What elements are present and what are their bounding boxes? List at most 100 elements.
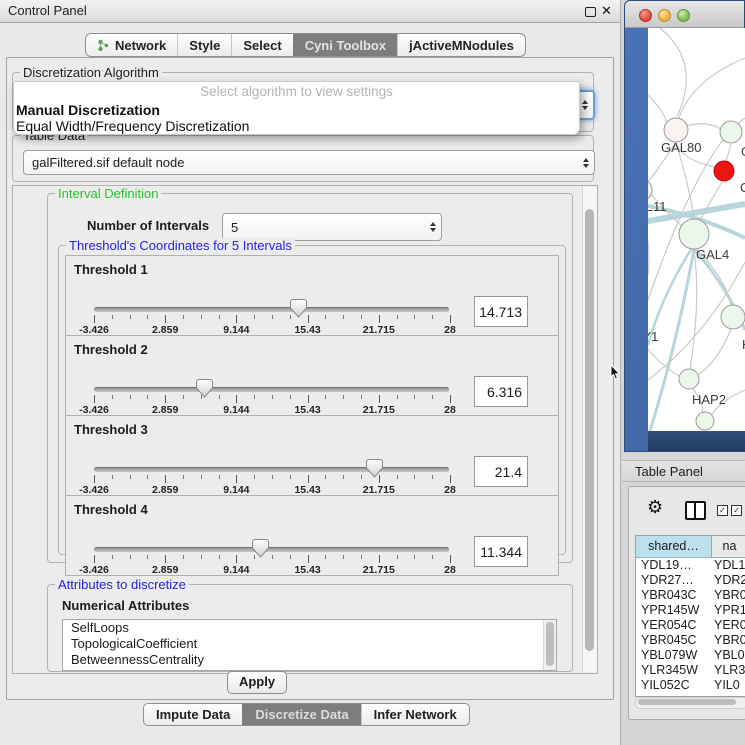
- gear-icon[interactable]: ⚙: [647, 497, 663, 518]
- slider-thumb[interactable]: [252, 539, 269, 558]
- table-data-combobox[interactable]: galFiltered.sif default node: [23, 150, 595, 175]
- network-node[interactable]: [664, 118, 688, 142]
- attributes-scrollbar[interactable]: [543, 620, 556, 670]
- cell-name[interactable]: YLR3: [711, 663, 745, 678]
- cell-name[interactable]: YIL0: [711, 678, 745, 693]
- apply-button[interactable]: Apply: [227, 671, 287, 694]
- slider-tick-labels: -3.4262.8599.14415.4321.71528: [94, 564, 450, 575]
- table-row[interactable]: YDL19…YDL1: [636, 558, 745, 573]
- network-node-label: GAL11: [648, 199, 667, 214]
- dropdown-option-manual-discretization[interactable]: Manual Discretization: [14, 102, 579, 118]
- attribute-betweennesscentrality[interactable]: BetweennessCentrality: [63, 652, 556, 668]
- slider-ticks: [94, 315, 450, 324]
- attribute-items: SelfLoopsTopologicalCoefficientBetweenne…: [63, 620, 556, 668]
- attribute-selfloops[interactable]: SelfLoops: [63, 620, 556, 636]
- cell-shared-name[interactable]: YLR345W: [636, 663, 711, 678]
- cell-shared-name[interactable]: YER054C: [636, 618, 711, 633]
- table-rows: YDL19…YDL1YDR27…YDR2YBR043CYBR0YPR145WYP…: [636, 558, 745, 693]
- cell-name[interactable]: YBR0: [711, 633, 745, 648]
- table-row[interactable]: YER054CYER0: [636, 618, 745, 633]
- cell-name[interactable]: YBR0: [711, 588, 745, 603]
- tab-jactivemnodules[interactable]: jActiveMNodules: [397, 34, 525, 56]
- network-node[interactable]: [679, 219, 709, 249]
- attribute-topologicalcoefficient[interactable]: TopologicalCoefficient: [63, 636, 556, 652]
- close-icon[interactable]: ✕: [601, 3, 612, 19]
- network-node[interactable]: [721, 305, 745, 329]
- checkbox-icon[interactable]: ✓: [731, 505, 742, 516]
- network-window-titlebar[interactable]: [625, 1, 744, 28]
- table-data-value: galFiltered.sif default node: [32, 155, 184, 170]
- threshold-slider[interactable]: [94, 387, 449, 392]
- cell-shared-name[interactable]: YBR045C: [636, 633, 711, 648]
- threshold-value-field[interactable]: 6.316: [474, 376, 528, 407]
- tab-style[interactable]: Style: [177, 34, 231, 56]
- tab-cyni-toolbox[interactable]: Cyni Toolbox: [293, 34, 397, 56]
- node-table[interactable]: shared… na YDL19…YDL1YDR27…YDR2YBR043CYB…: [635, 535, 745, 697]
- cell-name[interactable]: YER0: [711, 618, 745, 633]
- scrollbar-thumb[interactable]: [638, 699, 736, 705]
- table-row[interactable]: YBR043CYBR0: [636, 588, 745, 603]
- minimize-traffic-light-icon[interactable]: [658, 9, 671, 22]
- table-panel-titlebar: Table Panel: [622, 460, 745, 482]
- num-intervals-combobox[interactable]: 5: [222, 213, 442, 241]
- threshold-label: Threshold 2: [74, 342, 148, 357]
- table-row[interactable]: YIL052CYIL0: [636, 678, 745, 693]
- scrollbar-thumb[interactable]: [585, 209, 594, 651]
- tab-network[interactable]: Network: [86, 34, 177, 56]
- zoom-traffic-light-icon[interactable]: [677, 9, 690, 22]
- table-row[interactable]: YLR345WYLR3: [636, 663, 745, 678]
- column-header-name[interactable]: na: [712, 536, 745, 557]
- network-node[interactable]: [648, 179, 652, 201]
- table-row[interactable]: YPR145WYPR1: [636, 603, 745, 618]
- slider-thumb[interactable]: [290, 299, 307, 318]
- dropdown-option-equal-width-frequency-discretization[interactable]: Equal Width/Frequency Discretization: [14, 118, 579, 134]
- slider-thumb[interactable]: [366, 459, 383, 478]
- network-node[interactable]: [679, 369, 699, 389]
- cell-shared-name[interactable]: YIL052C: [636, 678, 711, 693]
- network-node[interactable]: [720, 121, 742, 143]
- tab-impute-data[interactable]: Impute Data: [144, 704, 242, 725]
- cell-name[interactable]: YPR1: [711, 603, 745, 618]
- cell-shared-name[interactable]: YDR27…: [636, 573, 711, 588]
- dropdown-hint: Select algorithm to view settings: [14, 82, 579, 102]
- threshold-slider[interactable]: [94, 547, 449, 552]
- tab-select[interactable]: Select: [231, 34, 292, 56]
- checkbox-icon[interactable]: ✓: [717, 505, 728, 516]
- cell-shared-name[interactable]: YDL19…: [636, 558, 711, 573]
- vertical-scrollbar[interactable]: [582, 187, 597, 672]
- numerical-attributes-list[interactable]: SelfLoopsTopologicalCoefficientBetweenne…: [62, 619, 557, 671]
- network-node[interactable]: [696, 412, 714, 430]
- cell-name[interactable]: YDL1: [711, 558, 745, 573]
- tab-infer-network[interactable]: Infer Network: [361, 704, 469, 725]
- table-row[interactable]: YBL079WYBL0: [636, 648, 745, 663]
- cell-name[interactable]: YBL0: [711, 648, 745, 663]
- table-row[interactable]: YDR27…YDR2: [636, 573, 745, 588]
- float-window-icon[interactable]: [585, 7, 596, 17]
- threshold-value-field[interactable]: 11.344: [474, 536, 528, 567]
- table-horizontal-scrollbar[interactable]: [635, 697, 745, 709]
- control-panel: Control Panel ✕ NetworkStyleSelectCyni T…: [0, 0, 621, 745]
- settings-scroll-area: Interval Definition Number of Intervals …: [12, 185, 598, 674]
- num-intervals-label: Number of Intervals: [87, 218, 209, 233]
- slider-thumb[interactable]: [196, 379, 213, 398]
- threshold-slider[interactable]: [94, 307, 449, 312]
- threshold-value-field[interactable]: 21.4: [474, 456, 528, 487]
- cell-name[interactable]: YDR2: [711, 573, 745, 588]
- threshold-value-field[interactable]: 14.713: [474, 296, 528, 327]
- network-window-footer: [648, 431, 745, 451]
- scrollbar-thumb[interactable]: [546, 622, 554, 666]
- discretization-algorithm-title: Discretization Algorithm: [20, 65, 162, 80]
- cell-shared-name[interactable]: YBL079W: [636, 648, 711, 663]
- network-canvas[interactable]: GAL80GACGAL11GAL4GCY1HHAP2: [648, 28, 745, 431]
- column-header-shared-name[interactable]: shared…: [636, 536, 712, 557]
- table-row[interactable]: YBR045CYBR0: [636, 633, 745, 648]
- network-node-label: C: [740, 180, 745, 195]
- cell-shared-name[interactable]: YBR043C: [636, 588, 711, 603]
- interval-definition-group: Interval Definition Number of Intervals …: [47, 193, 573, 563]
- cell-shared-name[interactable]: YPR145W: [636, 603, 711, 618]
- columns-icon[interactable]: [685, 501, 706, 520]
- network-node[interactable]: [714, 161, 734, 181]
- close-traffic-light-icon[interactable]: [639, 9, 652, 22]
- threshold-slider[interactable]: [94, 467, 449, 472]
- tab-discretize-data[interactable]: Discretize Data: [242, 704, 360, 725]
